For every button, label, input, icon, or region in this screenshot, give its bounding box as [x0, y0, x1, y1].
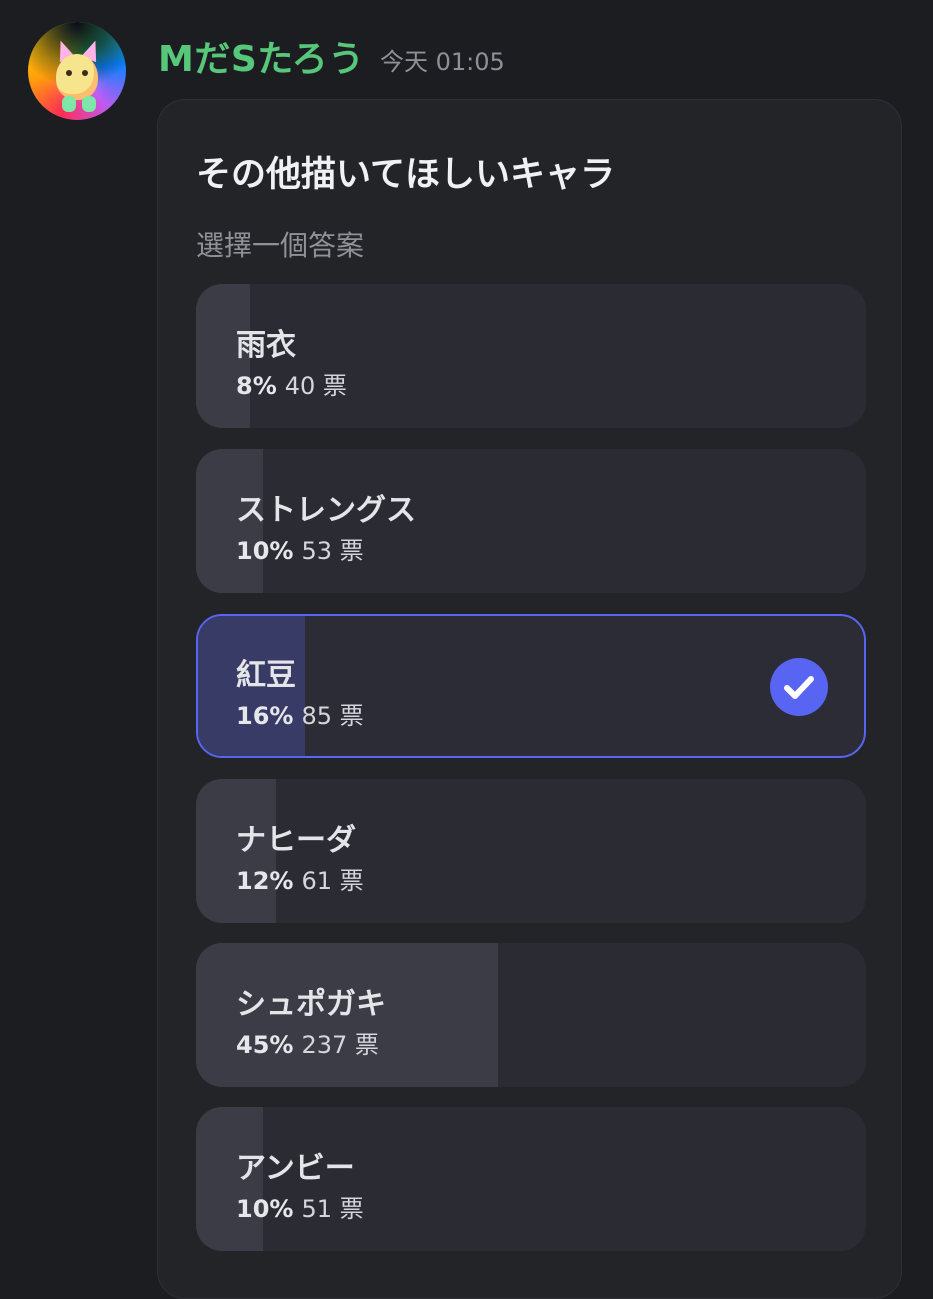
- poll-option-percent: 10%: [236, 1195, 294, 1223]
- poll-option[interactable]: 雨衣 8% 40 票: [196, 284, 866, 428]
- poll-option[interactable]: ナヒーダ 12% 61 票: [196, 779, 866, 923]
- poll-option-stats: 10% 51 票: [236, 1189, 364, 1224]
- poll-option-label: ストレングス: [236, 493, 416, 528]
- poll-option-votes: 53 票: [301, 537, 364, 565]
- poll-option-percent: 8%: [236, 372, 277, 400]
- poll-option-stats: 8% 40 票: [236, 366, 347, 401]
- poll-option-votes: 40 票: [284, 372, 347, 400]
- poll-option-percent: 16%: [236, 702, 294, 730]
- poll-option-stats: 16% 85 票: [236, 696, 364, 731]
- poll-option-stats: 45% 237 票: [236, 1025, 379, 1060]
- poll-option-percent: 45%: [236, 1031, 294, 1059]
- poll-option-votes: 61 票: [301, 867, 364, 895]
- checkmark-icon: [770, 658, 828, 716]
- poll-option-votes: 85 票: [301, 702, 364, 730]
- avatar-eye-left: [66, 70, 72, 76]
- poll-option-label: アンビー: [236, 1151, 355, 1186]
- avatar[interactable]: [28, 22, 126, 120]
- poll-option-label: ナヒーダ: [236, 823, 356, 858]
- poll-option-selected[interactable]: 紅豆 16% 85 票: [196, 614, 866, 758]
- poll-option-stats: 12% 61 票: [236, 861, 364, 896]
- message-timestamp: 今天 01:05: [380, 48, 505, 76]
- poll-option-votes: 51 票: [301, 1195, 364, 1223]
- poll-option-label: 紅豆: [236, 658, 296, 693]
- poll-option[interactable]: シュポガキ 45% 237 票: [196, 943, 866, 1087]
- poll-option-percent: 12%: [236, 867, 294, 895]
- username[interactable]: MだSたろう: [158, 30, 365, 82]
- poll-option-percent: 10%: [236, 537, 294, 565]
- poll-option[interactable]: アンビー 10% 51 票: [196, 1107, 866, 1251]
- poll-title: その他描いてほしいキャラ: [196, 155, 615, 195]
- avatar-eye-right: [82, 70, 88, 76]
- poll-option-label: シュポガキ: [236, 987, 386, 1022]
- poll-option-votes: 237 票: [301, 1031, 379, 1059]
- avatar-leg-right: [82, 96, 96, 112]
- poll-card: その他描いてほしいキャラ 選擇一個答案 雨衣 8% 40 票 ストレングス 10%…: [157, 99, 902, 1299]
- avatar-character: [56, 54, 98, 100]
- poll-option[interactable]: ストレングス 10% 53 票: [196, 449, 866, 593]
- avatar-leg-left: [62, 96, 76, 112]
- poll-subtitle: 選擇一個答案: [196, 229, 365, 262]
- poll-option-stats: 10% 53 票: [236, 531, 364, 566]
- poll-option-label: 雨衣: [236, 328, 296, 363]
